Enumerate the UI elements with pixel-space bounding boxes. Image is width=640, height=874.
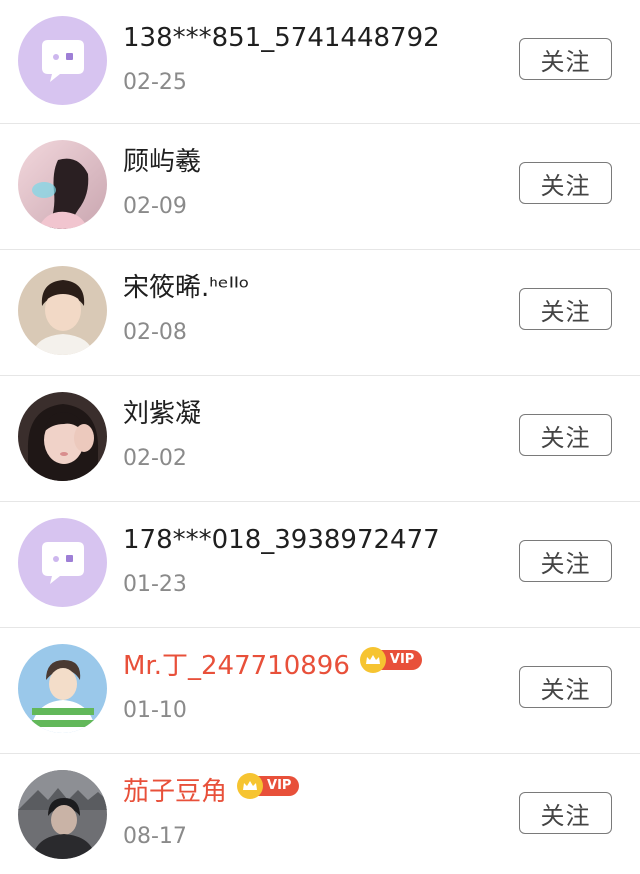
user-photo-icon	[18, 266, 107, 355]
avatar[interactable]	[18, 518, 107, 607]
follow-date: 08-17	[123, 824, 187, 849]
user-name[interactable]: 178***018_3938972477	[123, 522, 440, 558]
user-name[interactable]: 刘紫凝	[123, 396, 201, 432]
follow-date: 02-02	[123, 446, 187, 471]
follow-button[interactable]: 关注	[519, 666, 612, 708]
list-item[interactable]: Mr.丁_247710896 VIP 01-10 关注	[0, 628, 640, 754]
follow-date: 02-09	[123, 194, 187, 219]
user-name[interactable]: 138***851_5741448792	[123, 20, 440, 56]
user-photo-icon	[18, 770, 107, 859]
follow-button[interactable]: 关注	[519, 38, 612, 80]
vip-badge: VIP	[359, 647, 423, 673]
crown-icon	[359, 647, 386, 673]
user-name[interactable]: Mr.丁_247710896 VIP	[123, 647, 423, 684]
list-item[interactable]: 茄子豆角 VIP 08-17 关注	[0, 754, 640, 874]
user-photo-icon	[18, 140, 107, 229]
follow-list: 138***851_5741448792 02-25 关注 顾屿羲 02-09 …	[0, 0, 640, 874]
list-item[interactable]: 宋筱晞.ᑋᵉᑊᑊᵒ 02-08 关注	[0, 250, 640, 376]
follow-button[interactable]: 关注	[519, 288, 612, 330]
vip-badge: VIP	[237, 773, 300, 799]
list-item[interactable]: 138***851_5741448792 02-25 关注	[0, 0, 640, 124]
follow-date: 02-25	[123, 70, 187, 95]
user-name[interactable]: 顾屿羲	[123, 144, 201, 180]
follow-button[interactable]: 关注	[519, 162, 612, 204]
avatar[interactable]	[18, 266, 107, 355]
crown-icon	[237, 773, 264, 799]
avatar[interactable]	[18, 770, 107, 859]
follow-date: 01-10	[123, 698, 187, 723]
follow-button[interactable]: 关注	[519, 540, 612, 582]
follow-button[interactable]: 关注	[519, 792, 612, 834]
chat-bubble-icon	[18, 16, 107, 105]
user-photo-icon	[18, 392, 107, 481]
user-name-text: Mr.丁_247710896	[123, 651, 350, 681]
user-name[interactable]: 宋筱晞.ᑋᵉᑊᑊᵒ	[123, 270, 249, 306]
list-item[interactable]: 178***018_3938972477 01-23 关注	[0, 502, 640, 628]
avatar[interactable]	[18, 644, 107, 733]
avatar[interactable]	[18, 16, 107, 105]
avatar[interactable]	[18, 392, 107, 481]
avatar[interactable]	[18, 140, 107, 229]
list-item[interactable]: 刘紫凝 02-02 关注	[0, 376, 640, 502]
follow-button[interactable]: 关注	[519, 414, 612, 456]
list-item[interactable]: 顾屿羲 02-09 关注	[0, 124, 640, 250]
user-name[interactable]: 茄子豆角 VIP	[123, 773, 300, 810]
user-photo-icon	[18, 644, 107, 733]
follow-date: 01-23	[123, 572, 187, 597]
chat-bubble-icon	[18, 518, 107, 607]
follow-date: 02-08	[123, 320, 187, 345]
user-name-text: 茄子豆角	[123, 777, 228, 807]
